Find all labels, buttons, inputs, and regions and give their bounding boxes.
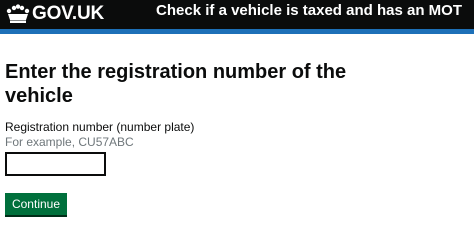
page-title: Enter the registration number of the veh… — [5, 61, 347, 107]
site-header: GOV.UK Check if a vehicle is taxed and h… — [0, 0, 474, 29]
continue-button[interactable]: Continue — [5, 193, 67, 215]
service-name[interactable]: Check if a vehicle is taxed and has an M… — [156, 2, 462, 20]
govuk-logo-link[interactable]: GOV.UK — [32, 2, 104, 26]
registration-hint: For example, CU57ABC — [5, 135, 134, 149]
registration-input[interactable] — [5, 152, 106, 176]
header-accent-bar — [0, 29, 474, 34]
registration-label: Registration number (number plate) — [5, 120, 195, 134]
crown-icon — [6, 4, 30, 23]
